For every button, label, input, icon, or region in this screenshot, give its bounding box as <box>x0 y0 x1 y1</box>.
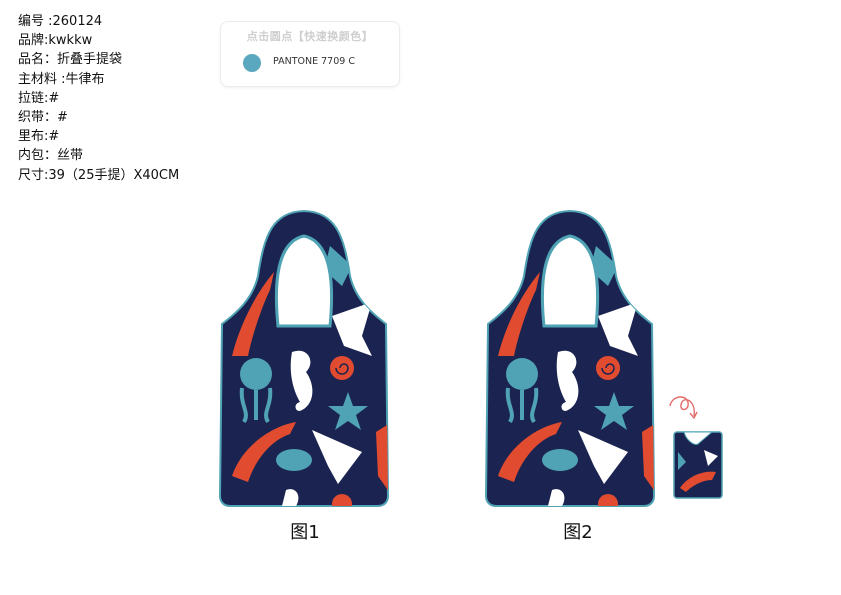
figure-2-caption: 图2 <box>563 522 593 543</box>
figure-1-caption: 图1 <box>290 522 320 543</box>
spec-list: 编号 :260124 品牌:kwkkw 品名：折叠手提袋 主材料 :牛律布 拉链:# 织带… <box>18 12 179 185</box>
spec-line: 品名：折叠手提袋 <box>18 52 123 68</box>
clam-icon <box>542 449 578 471</box>
folded-pouch-illustration <box>669 396 723 499</box>
handle-opening <box>540 234 600 328</box>
jellyfish-icon <box>240 358 272 390</box>
tote-bag-figure-1 <box>218 209 390 507</box>
color-swatch-panel: 点击圆点【快速换颜色】 PANTONE 7709 C <box>220 21 400 87</box>
clam-icon <box>276 449 312 471</box>
handle-opening <box>274 234 334 328</box>
spec-line: 编号 :260124 <box>18 14 103 29</box>
seashell-icon <box>596 356 620 380</box>
seashell-icon <box>330 356 354 380</box>
jellyfish-icon <box>506 358 538 390</box>
spec-line: 织带：# <box>18 110 68 126</box>
spec-line: 里布:# <box>18 129 60 145</box>
color-swatch-label: PANTONE 7709 C <box>273 56 355 67</box>
pouch-body <box>673 431 723 499</box>
tote-bag-figure-2 <box>484 209 656 507</box>
swatch-hint-title: 点击圆点【快速换颜色】 <box>246 30 374 43</box>
color-swatch-dot[interactable] <box>243 54 261 72</box>
spec-line: 主材料 :牛律布 <box>18 71 105 87</box>
spec-line: 内包：丝带 <box>18 148 84 164</box>
spec-line: 品牌:kwkkw <box>18 33 93 49</box>
spec-line: 拉链:# <box>18 90 60 106</box>
spec-line: 尺寸:39（25手提）X40CM <box>18 167 180 183</box>
